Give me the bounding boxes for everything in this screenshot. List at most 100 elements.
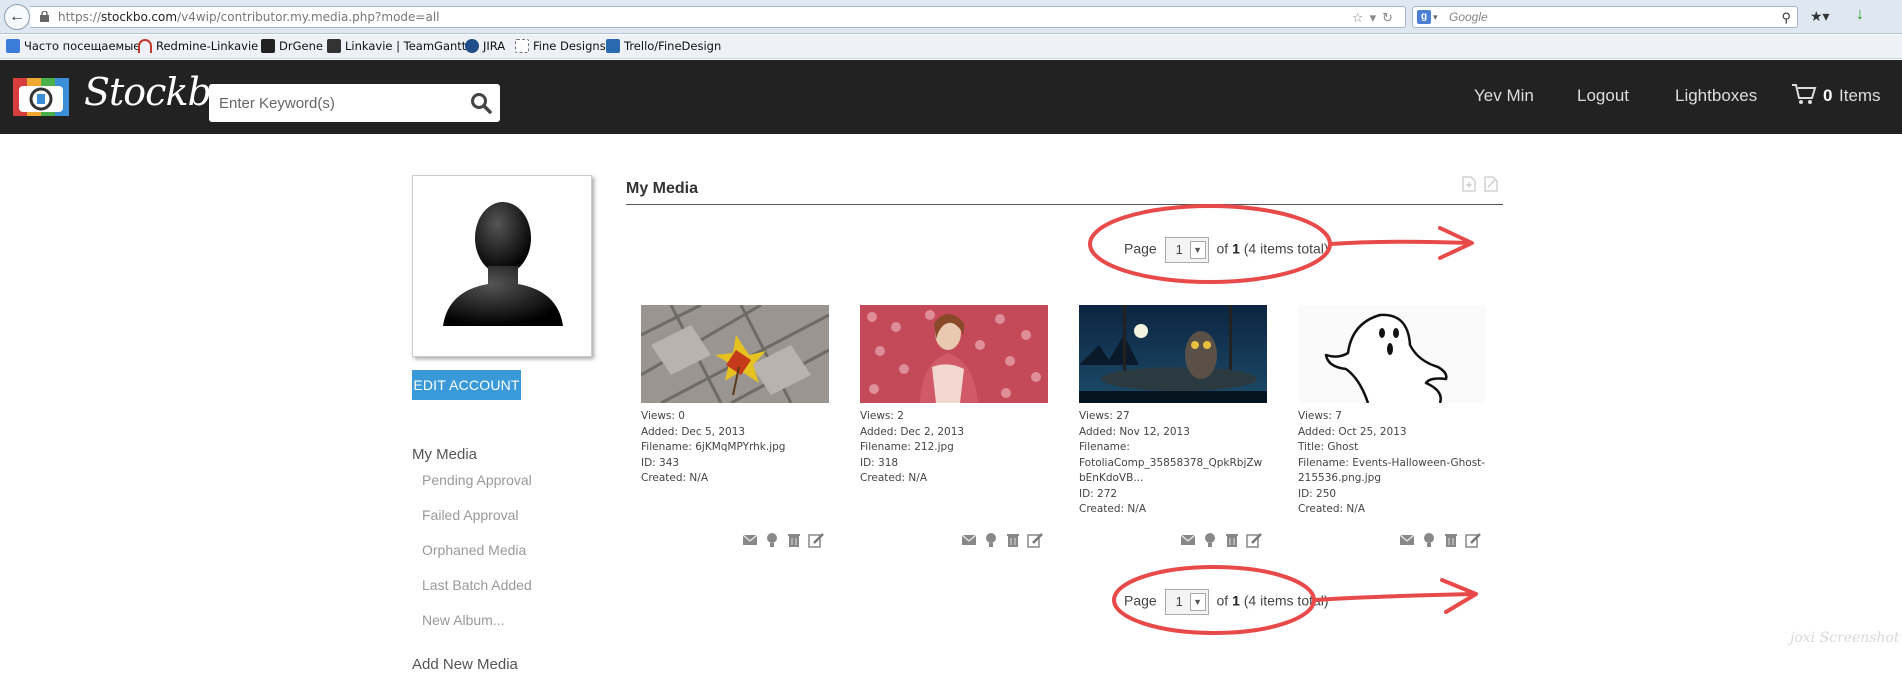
site-header: Stockbo Yev Min Logout Lightboxes 0 Item… <box>0 60 1902 134</box>
add-page-icon[interactable] <box>1462 176 1476 192</box>
bookmarks-menu-icon[interactable]: ★▾ <box>1810 8 1830 25</box>
bookmark-label: Trello/FineDesign <box>624 39 722 53</box>
page-select[interactable]: 1 ▼ <box>1164 237 1209 263</box>
search-icon[interactable]: ⚲ <box>1781 8 1791 28</box>
media-actions <box>1174 532 1262 548</box>
chevron-down-icon[interactable]: ▼ <box>1189 241 1206 259</box>
teamgantt-icon <box>327 39 341 53</box>
thumbnail-woman[interactable] <box>860 305 1048 403</box>
url-prefix: https:// <box>58 10 102 24</box>
cart-count[interactable]: 0 <box>1823 86 1832 106</box>
bookmark-label: Часто посещаемые <box>24 39 141 53</box>
media-actions <box>1393 532 1481 548</box>
download-icon[interactable]: ↓ <box>1856 6 1864 24</box>
nav-logout[interactable]: Logout <box>1577 86 1629 106</box>
of-label: of <box>1216 592 1229 609</box>
nav-lightboxes[interactable]: Lightboxes <box>1675 86 1757 106</box>
media-meta: Views: 7 Added: Oct 25, 2013 Title: Ghos… <box>1298 409 1486 518</box>
trash-icon[interactable] <box>1224 532 1240 548</box>
thumbnail-leaf[interactable] <box>641 305 829 403</box>
lock-icon <box>40 11 49 22</box>
pager-bottom: Page 1 ▼ of 1 (4 items total) <box>1124 589 1329 615</box>
thumbnail-owl[interactable] <box>1079 305 1267 403</box>
redmine-icon <box>138 39 152 53</box>
page-select-value: 1 <box>1175 242 1183 257</box>
cart-icon[interactable] <box>1791 82 1817 106</box>
sidebar-item-pending-approval[interactable]: Pending Approval <box>422 472 532 488</box>
browser-search-placeholder: Google <box>1449 10 1488 24</box>
sidebar-item-last-batch-added[interactable]: Last Batch Added <box>422 577 532 593</box>
bookmark-item[interactable]: DrGene <box>261 39 323 53</box>
trash-icon[interactable] <box>786 532 802 548</box>
total-items: (4 items total) <box>1243 592 1329 609</box>
email-icon[interactable] <box>1399 532 1415 548</box>
email-icon[interactable] <box>742 532 758 548</box>
nav-user[interactable]: Yev Min <box>1474 86 1534 106</box>
logo-icon[interactable] <box>13 72 69 122</box>
sidebar-item-new-album[interactable]: New Album... <box>422 612 504 628</box>
media-card: Views: 27 Added: Nov 12, 2013 Filename: … <box>1079 305 1267 518</box>
url-path: /v4wip/contributor.my.media.php?mode=all <box>177 10 440 24</box>
media-created: Created: N/A <box>860 472 928 484</box>
media-added: Added: Oct 25, 2013 <box>1298 425 1407 438</box>
bookmark-item[interactable]: Redmine-Linkavie <box>138 39 258 53</box>
title-divider <box>626 204 1503 205</box>
edit-icon[interactable] <box>1465 532 1481 548</box>
page-title: My Media <box>626 180 699 197</box>
bookmark-item[interactable]: Fine Designs <box>515 39 606 53</box>
edit-account-button[interactable]: EDIT ACCOUNT <box>412 370 521 400</box>
trash-icon[interactable] <box>1005 532 1021 548</box>
total-pages: 1 <box>1232 240 1240 257</box>
media-created: Created: N/A <box>1298 503 1366 515</box>
sidebar-item-orphaned-media[interactable]: Orphaned Media <box>422 542 526 558</box>
search-icon[interactable] <box>470 92 492 114</box>
chevron-down-icon[interactable]: ▾ <box>1433 7 1438 27</box>
trello-icon <box>606 39 620 53</box>
lightbulb-icon[interactable] <box>983 532 999 548</box>
browser-toolbar: ← https://stockbo.com/v4wip/contributor.… <box>0 0 1902 34</box>
reload-icon[interactable]: ↻ <box>1382 11 1399 26</box>
jira-icon <box>465 39 479 53</box>
add-new-media-link[interactable]: Add New Media <box>412 656 518 673</box>
bookmark-item[interactable]: Часто посещаемые <box>6 39 140 53</box>
chevron-down-icon[interactable]: ▾ <box>1370 11 1383 26</box>
bookmark-item[interactable]: JIRA <box>465 39 505 53</box>
star-icon[interactable]: ☆ <box>1352 11 1370 26</box>
url-actions[interactable]: ☆▾↻ <box>1352 9 1399 29</box>
address-bar[interactable]: https://stockbo.com/v4wip/contributor.my… <box>30 6 1406 28</box>
lightbulb-icon[interactable] <box>1202 532 1218 548</box>
media-id: ID: 272 <box>1079 487 1118 500</box>
media-filename: Filename: 212.jpg <box>860 441 954 453</box>
folder-icon <box>6 39 20 53</box>
email-icon[interactable] <box>961 532 977 548</box>
page-select-value: 1 <box>1175 594 1183 609</box>
cart-label[interactable]: Items <box>1839 86 1881 106</box>
sidebar-item-failed-approval[interactable]: Failed Approval <box>422 507 519 523</box>
page-label: Page <box>1124 240 1157 257</box>
browser-search-input[interactable]: g ▾ Google ⚲ <box>1412 6 1798 28</box>
edit-page-icon[interactable] <box>1484 176 1498 192</box>
sidebar-heading-my-media[interactable]: My Media <box>412 446 477 463</box>
watermark: joxi Screenshot <box>1790 630 1900 646</box>
email-icon[interactable] <box>1180 532 1196 548</box>
google-icon[interactable]: g <box>1417 10 1431 24</box>
edit-icon[interactable] <box>1246 532 1262 548</box>
edit-icon[interactable] <box>808 532 824 548</box>
media-filename: Filename: Events-Halloween-Ghost-215536.… <box>1298 456 1486 485</box>
keyword-search-input[interactable] <box>209 84 500 122</box>
media-views: Views: 27 <box>1079 410 1130 422</box>
media-meta: Views: 0 Added: Dec 5, 2013 Filename: 6j… <box>641 409 829 487</box>
lightbulb-icon[interactable] <box>1421 532 1437 548</box>
total-items: (4 items total) <box>1243 240 1329 257</box>
edit-icon[interactable] <box>1027 532 1043 548</box>
chevron-down-icon[interactable]: ▼ <box>1189 593 1206 611</box>
bookmark-item[interactable]: Trello/FineDesign <box>606 39 721 53</box>
back-button[interactable]: ← <box>4 4 30 30</box>
trash-icon[interactable] <box>1443 532 1459 548</box>
thumbnail-ghost[interactable] <box>1298 305 1486 403</box>
lightbulb-icon[interactable] <box>764 532 780 548</box>
media-views: Views: 2 <box>860 410 904 422</box>
page-select[interactable]: 1 ▼ <box>1164 589 1209 615</box>
bookmark-item[interactable]: Linkavie | TeamGantt <box>327 39 466 53</box>
page-icon <box>515 39 529 53</box>
